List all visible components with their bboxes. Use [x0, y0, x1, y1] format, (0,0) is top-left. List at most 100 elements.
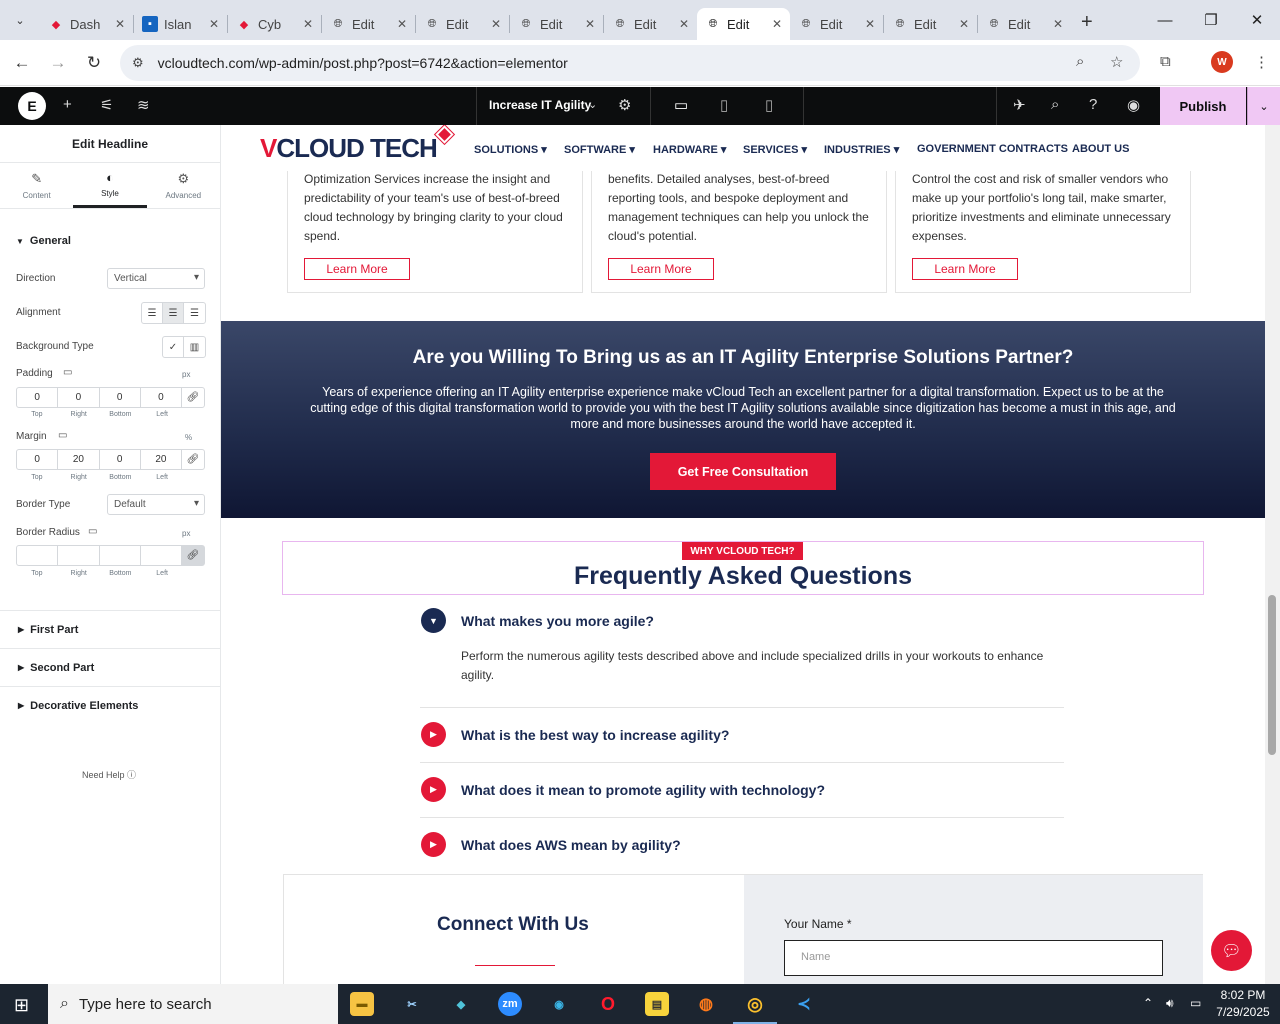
border-type-select[interactable]: Default — [107, 494, 205, 515]
scrollbar-thumb[interactable] — [1268, 595, 1276, 755]
browser-tab[interactable]: ▪ Islan ✕ — [134, 8, 227, 40]
responsive-desktop-icon[interactable]: ▭ — [63, 367, 72, 378]
link-values-icon[interactable]: 🔗︎ — [182, 388, 204, 407]
browser-tab-active[interactable]: 🌐︎ Edit ✕ — [697, 8, 790, 40]
file-explorer-icon[interactable]: ▬ — [350, 992, 374, 1016]
close-icon[interactable]: ✕ — [115, 17, 125, 31]
structure-layers-icon[interactable]: ≋ — [137, 96, 150, 114]
align-left-icon[interactable]: ☰ — [142, 303, 163, 323]
help-question-icon[interactable]: ? — [1089, 96, 1097, 113]
profile-avatar[interactable]: W — [1211, 51, 1233, 73]
caret-right-icon[interactable]: ▶ — [421, 832, 446, 857]
tab-search-button[interactable]: ⌄ — [6, 6, 34, 34]
padding-right-input[interactable]: 0 — [58, 388, 100, 407]
tab-advanced[interactable]: ⚙ Advanced — [147, 163, 220, 208]
window-close-icon[interactable]: ✕ — [1234, 0, 1280, 40]
page-title-dropdown[interactable]: Increase IT Agility — [489, 98, 591, 112]
accordion-first-part[interactable]: ▶ First Part — [0, 610, 221, 648]
align-center-icon[interactable]: ☰ — [163, 303, 184, 323]
learn-more-button[interactable]: Learn More — [608, 258, 714, 280]
publish-options-chevron-icon[interactable]: ⌄ — [1247, 87, 1280, 125]
close-icon[interactable]: ✕ — [959, 17, 969, 31]
add-element-plus-icon[interactable]: + — [63, 96, 72, 113]
back-arrow-icon[interactable]: ← — [4, 45, 40, 81]
accordion-decorative-elements[interactable]: ▶ Decorative Elements — [0, 686, 221, 724]
nav-services[interactable]: SERVICES ▾ — [743, 143, 807, 156]
margin-left-input[interactable]: 20 — [141, 450, 182, 469]
page-scrollbar[interactable] — [1265, 125, 1280, 984]
zoom-app-icon[interactable]: zm — [498, 992, 522, 1016]
site-settings-sliders-icon[interactable]: ⚟ — [100, 96, 113, 114]
align-right-icon[interactable]: ☰ — [184, 303, 205, 323]
network-icon[interactable]: ▭ — [1190, 996, 1201, 1010]
get-free-consultation-button[interactable]: Get Free Consultation — [650, 453, 836, 490]
padding-left-input[interactable]: 0 — [141, 388, 182, 407]
minimize-icon[interactable]: — — [1142, 0, 1188, 40]
search-icon[interactable]: ⌕ — [1051, 96, 1059, 113]
site-info-icon[interactable]: ⚙︎ — [132, 55, 144, 71]
browser-tab[interactable]: 🌐︎ Edit ✕ — [884, 8, 977, 40]
restore-icon[interactable]: ❐ — [1188, 0, 1234, 40]
extensions-puzzle-icon[interactable]: ⧉ — [1160, 53, 1171, 70]
tab-content[interactable]: ✎ Content — [0, 163, 73, 208]
sticky-notes-icon[interactable]: ▤ — [645, 992, 669, 1016]
close-icon[interactable]: ✕ — [397, 17, 407, 31]
url-text[interactable]: vcloudtech.com/wp-admin/post.php?post=67… — [158, 55, 568, 71]
tray-chevron-up-icon[interactable]: ⌃ — [1143, 996, 1153, 1010]
volume-icon[interactable]: 🔊︎ — [1166, 996, 1174, 1011]
browser-tab[interactable]: 🌐︎ Edit ✕ — [790, 8, 883, 40]
opera-browser-icon[interactable]: O — [596, 992, 620, 1016]
close-icon[interactable]: ✕ — [209, 17, 219, 31]
vscode-icon[interactable]: ≺ — [792, 992, 816, 1016]
faq-question[interactable]: What does it mean to promote agility wit… — [461, 782, 825, 798]
responsive-desktop-icon[interactable]: ▭ — [88, 526, 97, 537]
browser-tab[interactable]: 🌐︎ Edit ✕ — [510, 8, 603, 40]
browser-tab[interactable]: ◆ Cyb ✕ — [228, 8, 321, 40]
close-icon[interactable]: ✕ — [865, 17, 875, 31]
nav-industries[interactable]: INDUSTRIES ▾ — [824, 143, 899, 156]
gradient-icon[interactable]: ▥ — [184, 337, 205, 357]
margin-bottom-input[interactable]: 0 — [100, 450, 141, 469]
desktop-device-icon[interactable]: ▭ — [674, 96, 688, 114]
publish-button[interactable]: Publish — [1160, 87, 1246, 125]
radius-right-input[interactable] — [58, 546, 100, 565]
close-icon[interactable]: ✕ — [585, 17, 595, 31]
margin-top-input[interactable]: 0 — [17, 450, 59, 469]
faq-question[interactable]: What is the best way to increase agility… — [461, 727, 729, 743]
margin-unit-select[interactable]: % — [185, 433, 192, 442]
tab-style[interactable]: ◐ Style — [73, 163, 147, 208]
elementor-logo-icon[interactable]: E — [18, 92, 46, 120]
radius-bottom-input[interactable] — [100, 546, 141, 565]
site-logo[interactable]: VCLOUD TECH — [260, 133, 438, 164]
faq-question[interactable]: What makes you more agile? — [461, 613, 654, 629]
learn-more-button[interactable]: Learn More — [304, 258, 410, 280]
browser-tab[interactable]: 🌐︎ Edit ✕ — [604, 8, 697, 40]
nav-about-us[interactable]: ABOUT US — [1072, 143, 1129, 155]
close-icon[interactable]: ✕ — [679, 17, 689, 31]
browser-tab[interactable]: 🌐︎ Edit ✕ — [978, 8, 1071, 40]
browser-tab[interactable]: ◆ Dash ✕ — [40, 8, 133, 40]
taskbar-search-box[interactable]: ⌕ Type here to search — [48, 984, 338, 1024]
forward-arrow-icon[interactable]: → — [40, 45, 76, 81]
chevron-down-icon[interactable]: ⌄ — [588, 98, 597, 111]
tablet-device-icon[interactable]: ▯ — [720, 96, 728, 114]
chrome-browser-icon[interactable]: ◎ — [733, 992, 777, 1024]
direction-select[interactable]: Vertical — [107, 268, 205, 289]
edge-browser-icon[interactable]: ◉ — [547, 992, 571, 1016]
radius-top-input[interactable] — [17, 546, 59, 565]
caret-down-icon[interactable]: ▼ — [421, 608, 446, 633]
nav-government-contracts[interactable]: GOVERNMENT CONTRACTS — [917, 143, 1068, 155]
snipping-tool-icon[interactable]: ✂ — [400, 992, 424, 1016]
padding-unit-select[interactable]: px — [182, 370, 190, 379]
mobile-device-icon[interactable]: ▯ — [765, 96, 773, 114]
system-clock[interactable]: 8:02 PM 7/29/2025 — [1214, 987, 1272, 1021]
kebab-menu-icon[interactable]: ⋮ — [1254, 53, 1269, 71]
browser-tab[interactable]: 🌐︎ Edit ✕ — [416, 8, 509, 40]
page-settings-gear-icon[interactable]: ⚙ — [618, 96, 631, 114]
caret-right-icon[interactable]: ▶ — [421, 722, 446, 747]
zoom-icon[interactable]: ⌕ — [1076, 53, 1084, 70]
caret-right-icon[interactable]: ▶ — [421, 777, 446, 802]
responsive-desktop-icon[interactable]: ▭ — [58, 430, 67, 441]
learn-more-button[interactable]: Learn More — [912, 258, 1018, 280]
notifications-rocket-icon[interactable]: ✈ — [1013, 96, 1026, 114]
